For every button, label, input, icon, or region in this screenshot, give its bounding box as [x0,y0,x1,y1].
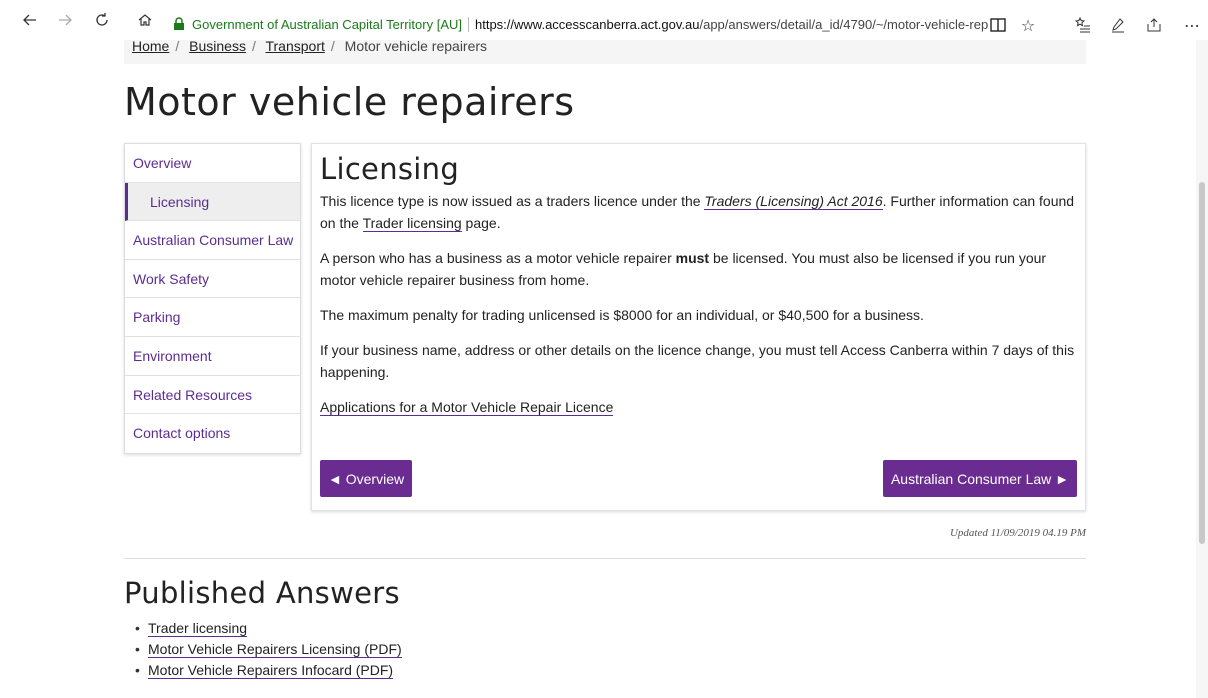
paragraph-4: If your business name, address or other … [320,342,1075,380]
breadcrumb-transport[interactable]: Transport [265,40,324,54]
list-item: Trader licensing [135,618,402,639]
browser-toolbar: Government of Australian Capital Territo… [0,0,1208,40]
published-link-infocard-pdf[interactable]: Motor Vehicle Repairers Infocard (PDF) [148,662,394,679]
content-panel: Licensing This licence type is now issue… [311,143,1086,511]
more-icon[interactable]: ⋯ [1180,14,1204,36]
published-link-trader-licensing[interactable]: Trader licensing [148,620,248,637]
site-identity[interactable]: Government of Australian Capital Territo… [192,16,469,32]
page-content: Home / Business / Transport / Motor vehicle… [0,40,1196,698]
address-bar[interactable]: Government of Australian Capital Territo… [172,13,1044,35]
sidenav-item-overview[interactable]: Overview [125,144,300,183]
traders-act-link-text: Traders (Licensing) Act 2016 [704,193,883,209]
apply-licence-link[interactable]: Applications for a Motor Vehicle Repair … [320,399,614,416]
p1-text-a: This licence type is now issued as a tra… [320,193,705,209]
prev-overview-button[interactable]: ◄ Overview [320,460,413,497]
sidenav-item-parking[interactable]: Parking [125,298,300,337]
url-domain: https://www.accesscanberra.act.gov.au [475,16,700,32]
paragraph-2: A person who has a business as a motor v… [320,247,1077,291]
share-icon[interactable] [1142,14,1166,36]
refresh-icon[interactable] [87,5,117,35]
published-link-licensing-pdf[interactable]: Motor Vehicle Repairers Licensing (PDF) [148,641,402,658]
published-list: Trader licensing Motor Vehicle Repairers… [135,618,402,681]
favorite-star-icon[interactable]: ☆ [1016,14,1040,36]
favorites-hub-icon[interactable] [1071,14,1095,36]
sidenav-item-environment[interactable]: Environment [125,337,300,376]
sidenav-item-consumer-law[interactable]: Australian Consumer Law [125,221,300,260]
sidenav-item-related-resources[interactable]: Related Resources [125,376,300,415]
scroll-thumb[interactable] [1199,182,1205,544]
back-icon[interactable] [15,5,45,35]
list-item: Motor Vehicle Repairers Infocard (PDF) [135,660,402,681]
sidenav-item-contact-options[interactable]: Contact options [125,414,300,453]
url-text[interactable]: https://www.accesscanberra.act.gov.au/ap… [475,17,1044,32]
divider [124,558,1086,559]
breadcrumb-current: Motor vehicle repairers [344,40,488,54]
sidenav-item-work-safety[interactable]: Work Safety [125,260,300,299]
traders-act-link[interactable]: Traders (Licensing) Act 2016 [704,193,883,210]
lock-icon [174,17,184,30]
reading-view-icon[interactable] [986,14,1010,36]
next-consumer-law-button[interactable]: Australian Consumer Law ► [882,460,1077,497]
url-path: /app/answers/detail/a_id/4790/~/motor-ve… [699,16,989,32]
forward-icon[interactable] [50,5,80,35]
breadcrumb-business[interactable]: Business [189,40,246,54]
section-heading: Licensing [320,152,460,186]
paragraph-5: Applications for a Motor Vehicle Repair … [320,396,1077,418]
notes-pen-icon[interactable] [1106,14,1130,36]
page-title: Motor vehicle repairers [124,80,575,124]
updated-timestamp: Updated 11/09/2019 04.19 PM [949,527,1086,539]
sidenav-item-licensing[interactable]: Licensing [125,182,300,222]
p1-text-c: page. [461,215,501,231]
trader-licensing-link[interactable]: Trader licensing [362,215,462,232]
p2-text-a: A person who has a business as a motor v… [320,250,676,266]
home-icon[interactable] [130,5,160,35]
page-scrollbar[interactable] [1196,40,1208,698]
breadcrumb-home[interactable]: Home [132,40,169,54]
paragraph-1: This licence type is now issued as a tra… [320,190,1077,234]
published-answers: Published Answers Trader licensing Motor… [124,576,402,681]
published-heading: Published Answers [124,576,400,610]
list-item: Motor Vehicle Repairers Licensing (PDF) [135,639,402,660]
breadcrumb: Home / Business / Transport / Motor vehicle… [124,40,1086,64]
p2-bold: must [675,250,710,266]
paragraph-3: The maximum penalty for trading unlicens… [320,307,924,323]
section-nav: Overview Licensing Australian Consumer L… [124,143,301,454]
